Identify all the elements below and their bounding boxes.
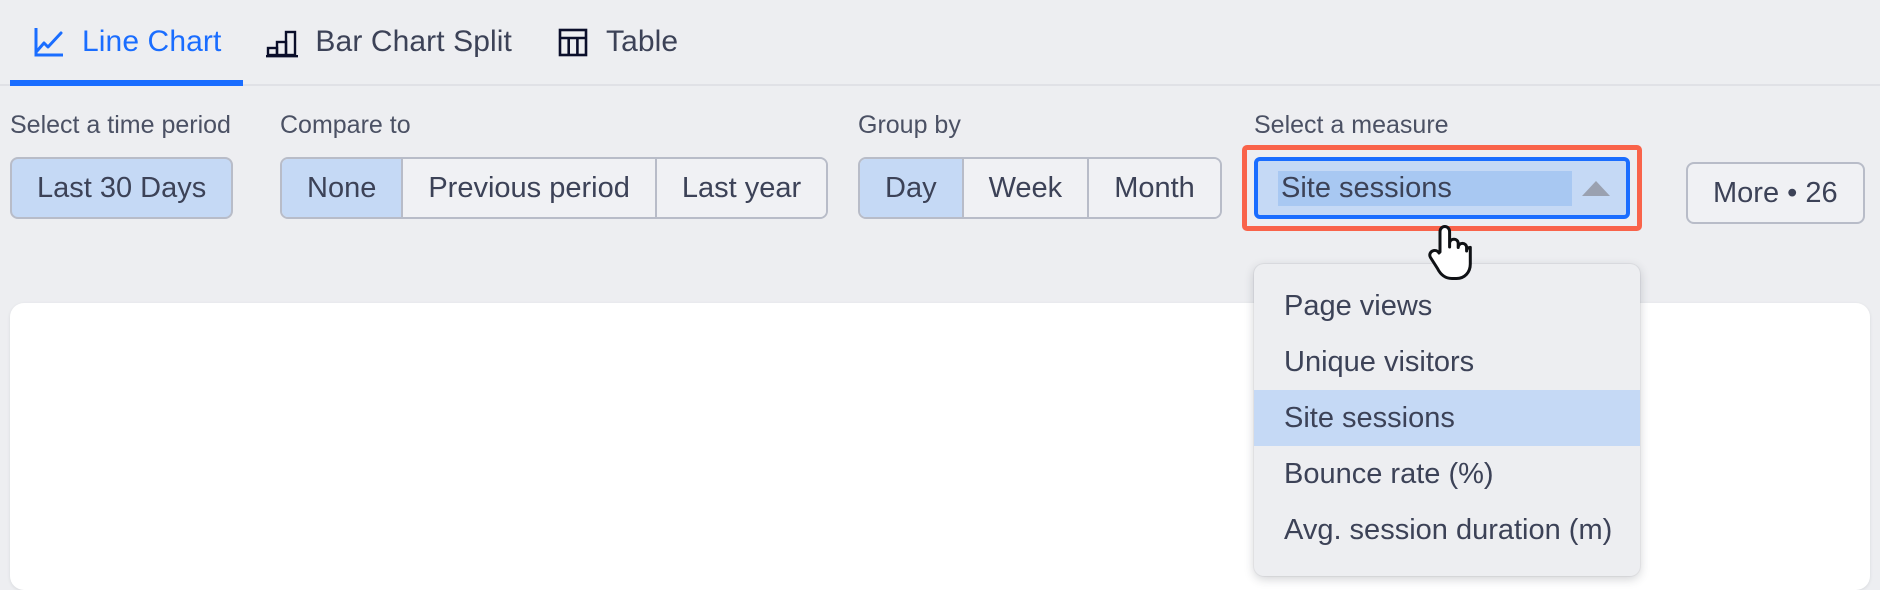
time-period-label: Select a time period: [10, 111, 231, 139]
tab-line-chart-label: Line Chart: [82, 25, 222, 58]
measure-option-unique-visitors[interactable]: Unique visitors: [1254, 334, 1640, 390]
compare-to-option-previous-period[interactable]: Previous period: [403, 159, 657, 217]
group-by-option-week[interactable]: Week: [963, 159, 1090, 217]
more-button[interactable]: More • 26: [1686, 162, 1865, 224]
tab-bar-chart-split[interactable]: Bar Chart Split: [243, 0, 534, 84]
tab-line-chart[interactable]: Line Chart: [10, 0, 244, 86]
view-tab-bar: Line Chart Bar Chart Split Table: [0, 0, 1880, 86]
measure-group: Select a measure Site sessions: [1242, 111, 1642, 231]
tab-bar-chart-split-label: Bar Chart Split: [315, 25, 512, 58]
measure-option-bounce-rate[interactable]: Bounce rate (%): [1254, 446, 1640, 502]
compare-to-option-none[interactable]: None: [282, 159, 404, 217]
caret-up-icon: [1582, 180, 1610, 196]
tab-table-label: Table: [606, 25, 679, 58]
measure-option-avg-session-duration[interactable]: Avg. session duration (m): [1254, 502, 1640, 558]
line-chart-icon: [32, 25, 66, 59]
group-by-option-day[interactable]: Day: [860, 159, 964, 217]
group-by-segmented-control: Day Week Month: [858, 157, 1222, 219]
measure-select[interactable]: Site sessions: [1254, 157, 1630, 219]
measure-dropdown-menu: Page views Unique visitors Site sessions…: [1254, 264, 1640, 576]
group-by-label: Group by: [858, 111, 961, 139]
filter-toolbar: Select a time period Last 30 Days Compar…: [0, 86, 1880, 282]
compare-to-option-last-year[interactable]: Last year: [656, 159, 827, 217]
group-by-option-month[interactable]: Month: [1089, 159, 1220, 217]
time-period-button[interactable]: Last 30 Days: [10, 157, 234, 219]
table-icon: [556, 25, 590, 59]
compare-to-group: Compare to None Previous period Last yea…: [280, 111, 829, 219]
measure-option-site-sessions[interactable]: Site sessions: [1254, 390, 1640, 446]
group-by-group: Group by Day Week Month: [858, 113, 1222, 219]
bar-chart-icon: [265, 25, 299, 59]
compare-to-label: Compare to: [280, 111, 411, 139]
compare-to-segmented-control: None Previous period Last year: [280, 157, 829, 219]
tab-table[interactable]: Table: [534, 0, 700, 84]
time-period-group: Select a time period Last 30 Days: [10, 111, 234, 219]
more-group: More • 26: [1686, 162, 1865, 224]
measure-select-value: Site sessions: [1278, 170, 1572, 206]
measure-option-page-views[interactable]: Page views: [1254, 278, 1640, 334]
measure-label: Select a measure: [1254, 111, 1449, 139]
